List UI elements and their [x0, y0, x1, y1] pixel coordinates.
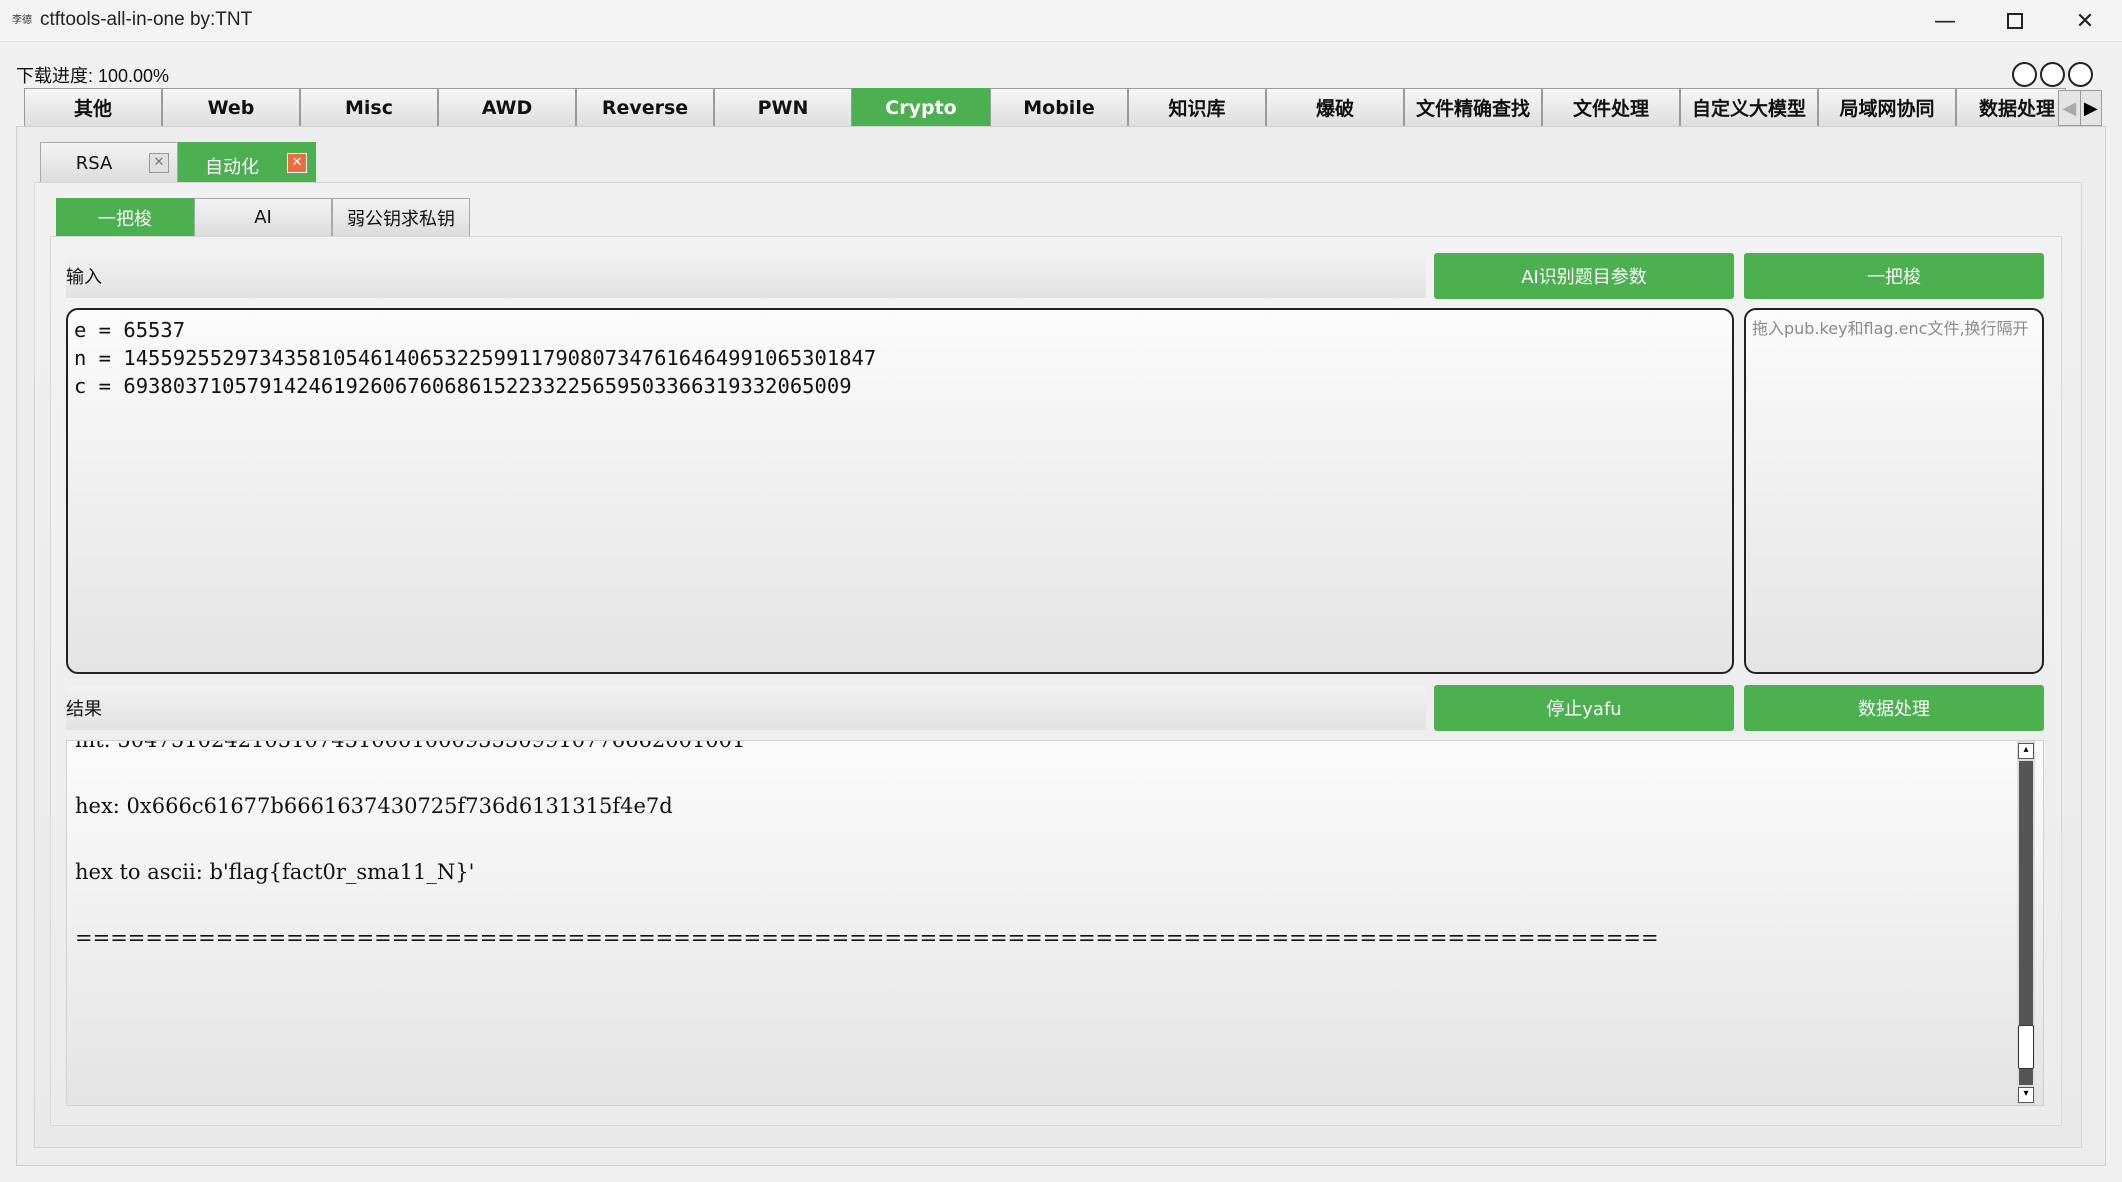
result-line: ========================================… [75, 926, 1659, 950]
tab-label: 爆破 [1315, 98, 1354, 120]
tab-pwn[interactable]: PWN [714, 88, 852, 126]
tab-label: Reverse [601, 96, 689, 119]
tab-label: 知识库 [1168, 98, 1226, 120]
rsa-params-input[interactable]: e = 65537 n = 14559255297343581054614065… [66, 308, 1734, 674]
tab-misc[interactable]: Misc [300, 88, 438, 126]
indicator-circle-icon [2068, 62, 2093, 87]
tab-web[interactable]: Web [162, 88, 300, 126]
indicator-circle-icon [2012, 62, 2037, 87]
tab-label: 自定义大模型 [1691, 98, 1806, 120]
scroll-left-icon[interactable]: ◀ [2059, 91, 2081, 125]
tab-label: 文件处理 [1572, 98, 1649, 120]
status-indicators [2012, 62, 2093, 87]
title-bar: 李德 ctftools-all-in-one by:TNT — ✕ [0, 0, 2122, 42]
scroll-thumb[interactable] [2018, 1025, 2034, 1069]
tab-lan-collab[interactable]: 局域网协同 [1818, 88, 1956, 126]
file-drop-placeholder: 拖入pub.key和flag.enc文件,换行隔开 [1752, 319, 2029, 338]
tab-bruteforce[interactable]: 爆破 [1266, 88, 1404, 126]
maximize-button[interactable] [1980, 0, 2050, 42]
tab-other[interactable]: 其他 [24, 88, 162, 126]
sub-tab-label: 自动化 [205, 157, 259, 178]
ai-identify-params-button[interactable]: AI识别题目参数 [1434, 253, 1734, 299]
app-icon: 李德 [12, 15, 32, 26]
close-icon: ✕ [2075, 8, 2095, 34]
tab-label: PWN [757, 96, 809, 119]
download-progress: 下载进度: 100.00% [16, 66, 170, 86]
file-drop-area[interactable]: 拖入pub.key和flag.enc文件,换行隔开 [1744, 308, 2044, 674]
tab-label: Crypto [885, 96, 957, 119]
inner-tab-label: 一把梭 [98, 208, 152, 230]
result-line: int: 50475102421051074510001000955509910… [75, 740, 746, 752]
sub-tab-automation[interactable]: 自动化 ✕ [178, 142, 316, 182]
inner-tab-weak-key[interactable]: 弱公钥求私钥 [332, 198, 470, 236]
automation-inner-tabs: 一把梭 AI 弱公钥求私钥 [56, 198, 470, 236]
tab-label: 文件精确查找 [1415, 98, 1530, 120]
result-line [75, 905, 1659, 927]
tab-data-processing[interactable]: 数据处理 [1956, 88, 2066, 126]
close-button[interactable]: ✕ [2050, 0, 2120, 42]
result-line [75, 751, 1659, 773]
data-processing-button[interactable]: 数据处理 [1744, 685, 2044, 731]
result-line [75, 883, 1659, 905]
inner-tab-label: 弱公钥求私钥 [347, 208, 455, 230]
stop-yafu-button[interactable]: 停止yafu [1434, 685, 1734, 731]
tab-label: AWD [481, 96, 533, 119]
inner-tab-label: AI [254, 207, 272, 228]
input-line: n = 145592552973435810546140653225991179… [74, 346, 877, 370]
minimize-button[interactable]: — [1910, 0, 1980, 42]
tab-label: 其他 [73, 98, 112, 120]
inner-tab-ai[interactable]: AI [194, 198, 332, 236]
result-text: int: 50475102421051074510001000955509910… [75, 740, 1659, 971]
result-output[interactable]: int: 50475102421051074510001000955509910… [66, 740, 2044, 1106]
result-line: hex to ascii: b'flag{fact0r_sma11_N}' [75, 860, 475, 884]
tab-label: 局域网协同 [1839, 98, 1935, 120]
result-scrollbar[interactable]: ▴ ▾ [2017, 741, 2035, 1105]
tab-file-processing[interactable]: 文件处理 [1542, 88, 1680, 126]
tab-mobile[interactable]: Mobile [990, 88, 1128, 126]
sub-tab-rsa[interactable]: RSA ✕ [40, 142, 178, 182]
tab-reverse[interactable]: Reverse [576, 88, 714, 126]
tab-awd[interactable]: AWD [438, 88, 576, 126]
inner-tab-one-shot[interactable]: 一把梭 [56, 198, 194, 236]
result-line: hex: 0x666c61677b6661637430725f736d61313… [75, 794, 673, 818]
main-tab-bar: 其他 Web Misc AWD Reverse PWN Crypto Mobil… [24, 88, 2066, 126]
result-line [75, 773, 1659, 795]
tab-label: Misc [345, 96, 393, 119]
maximize-icon [2007, 13, 2023, 29]
close-tab-icon[interactable]: ✕ [287, 153, 307, 173]
sub-tab-label: RSA [75, 153, 113, 174]
tab-file-search[interactable]: 文件精确查找 [1404, 88, 1542, 126]
tab-label: Mobile [1023, 96, 1095, 119]
crypto-sub-tabs: RSA ✕ 自动化 ✕ [40, 142, 316, 182]
tab-scroll-arrows: ◀ ▶ [2058, 90, 2102, 126]
result-line [75, 949, 1659, 971]
one-shot-run-button[interactable]: 一把梭 [1744, 253, 2044, 299]
result-line [75, 817, 1659, 839]
window-title: ctftools-all-in-one by:TNT [40, 9, 253, 30]
input-section-label: 输入 [66, 254, 1426, 298]
close-tab-icon[interactable]: ✕ [149, 153, 169, 173]
input-line: e = 65537 [74, 318, 186, 342]
tab-custom-llm[interactable]: 自定义大模型 [1680, 88, 1818, 126]
scroll-down-icon[interactable]: ▾ [2018, 1087, 2034, 1103]
tab-crypto[interactable]: Crypto [852, 88, 990, 126]
scroll-right-icon[interactable]: ▶ [2081, 91, 2102, 125]
result-line [75, 839, 1659, 861]
indicator-circle-icon [2040, 62, 2065, 87]
result-section-label: 结果 [66, 686, 1426, 730]
input-line: c = 693803710579142461926067606861522332… [74, 374, 852, 398]
scroll-up-icon[interactable]: ▴ [2018, 743, 2034, 759]
tab-knowledge[interactable]: 知识库 [1128, 88, 1266, 126]
tab-label: 数据处理 [1979, 98, 2056, 120]
tab-label: Web [207, 96, 255, 119]
minimize-icon: — [1934, 8, 1956, 34]
